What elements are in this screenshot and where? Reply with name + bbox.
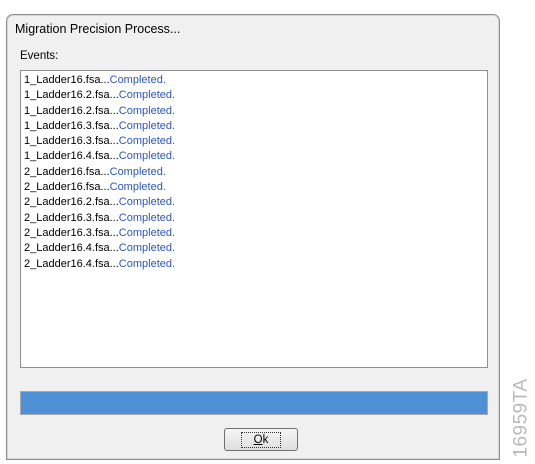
event-status: Completed. <box>118 119 176 132</box>
event-file-name: 2_Ladder16.3.fsa... <box>24 211 119 224</box>
event-status: Completed. <box>118 211 176 224</box>
event-row: 2_Ladder16.fsa...Completed. <box>21 180 487 195</box>
event-status: Completed. <box>118 226 176 239</box>
event-row: 1_Ladder16.fsa...Completed. <box>21 73 487 88</box>
event-status: Completed. <box>118 89 176 102</box>
event-row: 1_Ladder16.2.fsa...Completed. <box>21 104 487 119</box>
event-status: Completed. <box>118 257 176 270</box>
event-status: Completed. <box>109 74 166 86</box>
event-row: 2_Ladder16.3.fsa...Completed. <box>21 211 487 226</box>
event-file-name: 2_Ladder16.fsa... <box>24 165 110 178</box>
event-status: Completed. <box>109 181 166 194</box>
event-file-name: 1_Ladder16.3.fsa... <box>24 119 119 132</box>
event-file-name: 1_Ladder16.4.fsa... <box>24 150 119 163</box>
event-row: 2_Ladder16.4.fsa...Completed. <box>21 241 487 256</box>
event-status: Completed. <box>118 150 176 163</box>
event-file-name: 1_Ladder16.3.fsa... <box>24 135 119 148</box>
event-file-name: 2_Ladder16.fsa... <box>24 181 110 194</box>
event-file-name: 2_Ladder16.2.fsa... <box>24 196 119 209</box>
event-file-name: 1_Ladder16.2.fsa... <box>24 104 119 117</box>
ok-button-label-rest: k <box>262 433 269 446</box>
event-row: 1_Ladder16.4.fsa...Completed. <box>21 149 487 164</box>
event-file-name: 2_Ladder16.4.fsa... <box>24 257 119 270</box>
events-list[interactable]: 1_Ladder16.fsa...Completed. 1_Ladder16.2.… <box>20 70 488 368</box>
figure-id-watermark: 16959TA <box>507 378 535 458</box>
migration-precision-dialog: Migration Precision Process... Events: 1… <box>6 14 500 460</box>
event-row: 2_Ladder16.fsa...Completed. <box>21 165 487 180</box>
event-row: 1_Ladder16.3.fsa...Completed. <box>21 119 487 134</box>
event-row: 2_Ladder16.3.fsa...Completed. <box>21 226 487 241</box>
event-status: Completed. <box>118 104 176 117</box>
event-status: Completed. <box>118 242 176 255</box>
ok-button-label: Ok <box>240 431 282 448</box>
event-status: Completed. <box>109 165 166 178</box>
progress-bar-fill <box>21 392 487 414</box>
event-row: 1_Ladder16.2.fsa...Completed. <box>21 88 487 103</box>
ok-button[interactable]: Ok <box>224 428 298 451</box>
events-label: Events: <box>20 50 59 62</box>
event-status: Completed. <box>118 135 176 148</box>
ok-accelerator-key: O <box>253 433 263 446</box>
figure-id-text: 16959TA <box>511 378 533 458</box>
event-file-name: 2_Ladder16.4.fsa... <box>24 242 119 255</box>
event-row: 2_Ladder16.4.fsa...Completed. <box>21 257 487 272</box>
event-file-name: 1_Ladder16.2.fsa... <box>24 89 119 102</box>
progress-bar <box>20 391 488 415</box>
dialog-title: Migration Precision Process... <box>15 22 181 36</box>
event-row: 1_Ladder16.3.fsa...Completed. <box>21 134 487 149</box>
event-file-name: 2_Ladder16.3.fsa... <box>24 226 119 239</box>
event-file-name: 1_Ladder16.fsa... <box>24 74 110 86</box>
title-bar[interactable]: Migration Precision Process... <box>7 15 499 41</box>
event-status: Completed. <box>118 196 176 209</box>
event-row: 2_Ladder16.2.fsa...Completed. <box>21 195 487 210</box>
